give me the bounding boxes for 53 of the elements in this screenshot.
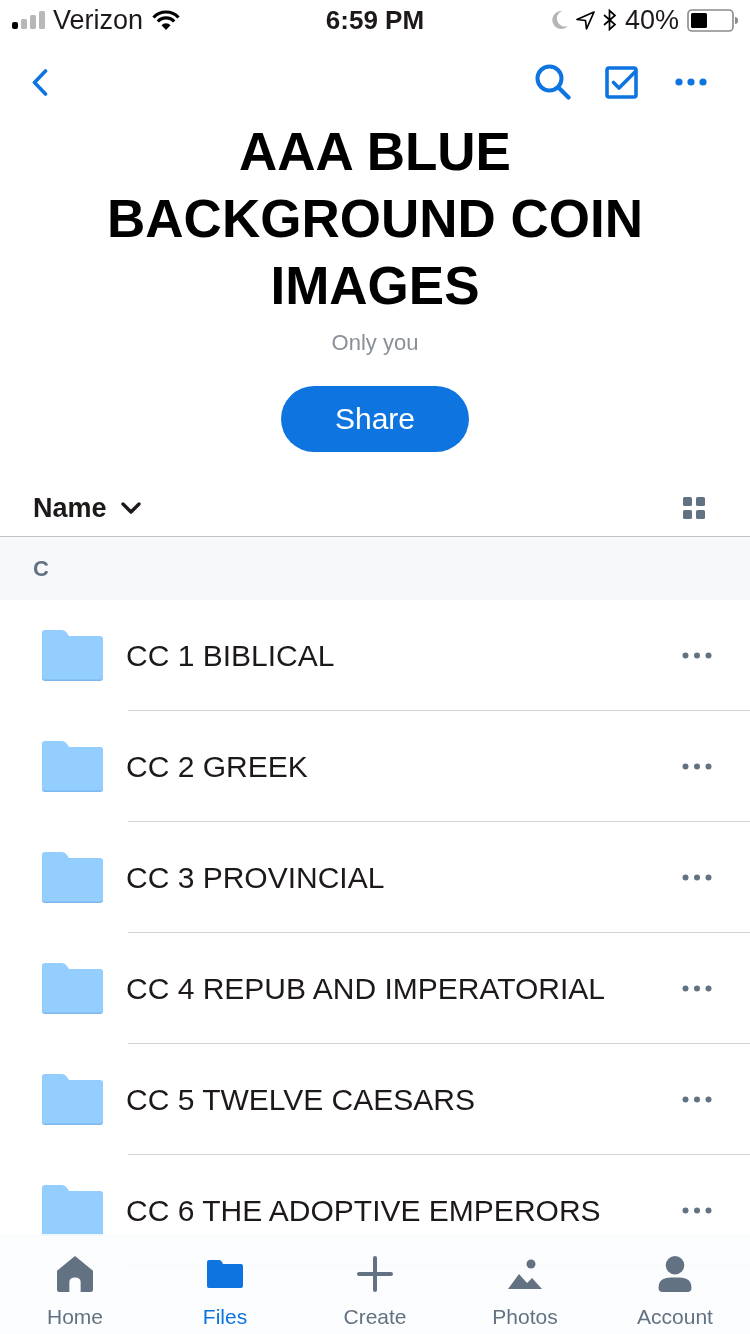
tab-item[interactable]: Create [300, 1234, 450, 1334]
checkbox-icon [605, 65, 638, 99]
carrier-name: Verizon [53, 4, 144, 36]
moon-icon [551, 11, 568, 29]
more-icon [674, 78, 707, 86]
more-button[interactable] [682, 985, 712, 992]
more-button[interactable] [682, 652, 712, 659]
grid-icon [683, 497, 705, 519]
folder-name[interactable]: CC 3 PROVINCIAL [126, 859, 385, 896]
folder-icon [42, 852, 103, 903]
bluetooth-icon [602, 9, 617, 31]
chevron-down-icon [120, 502, 141, 514]
sharing-status: Only you [330, 329, 420, 357]
folder-icon [42, 1185, 103, 1236]
more-icon [682, 1096, 712, 1103]
battery-icon [687, 8, 738, 32]
folder-title: AAA BLUE BACKGROUND COIN IMAGES [106, 121, 644, 317]
more-button[interactable] [682, 874, 712, 881]
location-arrow-icon [575, 10, 595, 30]
folder-icon [42, 1074, 103, 1125]
tab-item[interactable]: Photos [450, 1234, 600, 1334]
tab-item[interactable]: Account [600, 1234, 750, 1334]
signal-icon [12, 11, 46, 29]
more-icon [682, 763, 712, 770]
tab-item[interactable]: Files [150, 1234, 300, 1334]
home-icon [57, 1256, 93, 1292]
more-button[interactable] [682, 763, 712, 770]
search-icon [534, 64, 571, 100]
folder-name[interactable]: CC 1 BIBLICAL [126, 637, 335, 674]
wifi-icon [152, 10, 181, 30]
folder-name[interactable]: CC 5 TWELVE CAESARS [126, 1081, 475, 1118]
folder-icon [42, 741, 103, 792]
plus-icon [357, 1256, 393, 1292]
more-button[interactable] [682, 1207, 712, 1214]
status-time: 6:59 PM [325, 4, 425, 36]
folder-icon [42, 963, 103, 1014]
grid-view-button[interactable] [683, 497, 705, 519]
person-icon [657, 1256, 693, 1292]
sort-button[interactable]: Name [33, 492, 141, 524]
more-icon [682, 985, 712, 992]
section-letter: C [33, 555, 49, 582]
more-icon [682, 874, 712, 881]
folder-name[interactable]: CC 6 THE ADOPTIVE EMPERORS [126, 1192, 601, 1229]
folder-icon [42, 630, 103, 681]
share-button[interactable]: Share [281, 386, 469, 452]
battery-percent: 40% [624, 4, 679, 36]
folder-name[interactable]: CC 4 REPUB AND IMPERATORIAL [126, 970, 605, 1007]
more-icon [682, 1207, 712, 1214]
more-icon [682, 652, 712, 659]
tab-item[interactable]: Home [0, 1234, 150, 1334]
more-button[interactable] [682, 1096, 712, 1103]
folder-name[interactable]: CC 2 GREEK [126, 748, 308, 785]
back-icon [32, 68, 48, 96]
